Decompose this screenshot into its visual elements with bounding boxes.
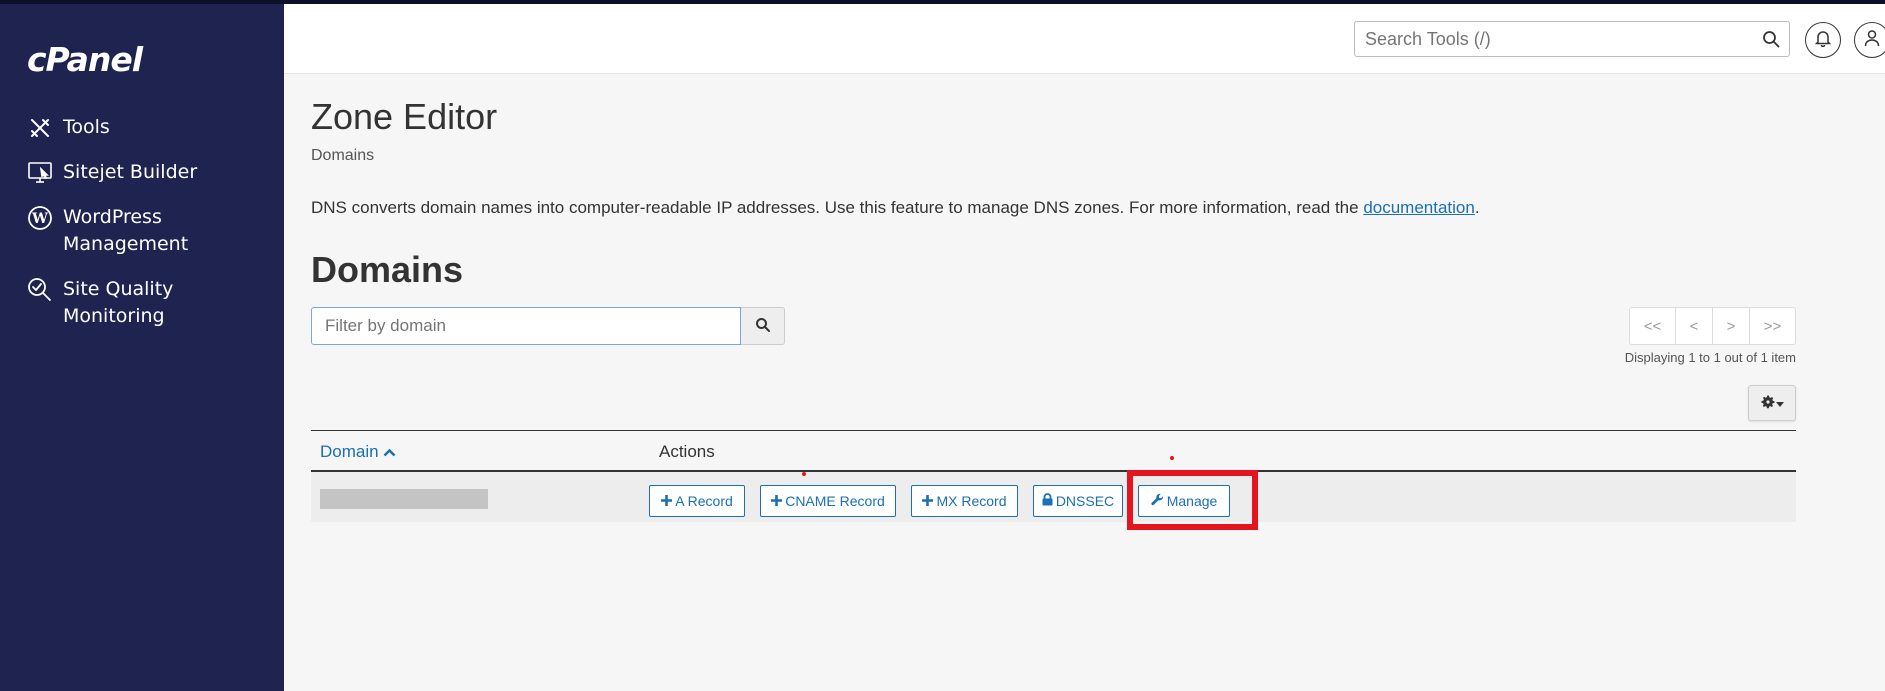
- page-next-button[interactable]: >: [1712, 307, 1750, 345]
- cpanel-logo[interactable]: cPanel: [27, 40, 143, 79]
- sidebar-item-label: Sitejet Builder: [63, 161, 198, 183]
- lock-icon: [1042, 493, 1056, 509]
- table-row: A Record CNAME Record MX Record DNSSEC M…: [311, 472, 1796, 522]
- filter-search-button[interactable]: [741, 307, 785, 345]
- domain-header-label: Domain: [320, 442, 379, 461]
- page-description: DNS converts domain names into computer-…: [311, 198, 1480, 218]
- dnssec-button[interactable]: DNSSEC: [1033, 485, 1123, 517]
- documentation-link[interactable]: documentation: [1363, 198, 1475, 217]
- caret-down-icon: [1776, 396, 1784, 411]
- sidebar-item-wordpress[interactable]: W WordPress Management: [26, 204, 263, 258]
- site-quality-icon: [26, 276, 54, 304]
- filter-group: [311, 307, 785, 345]
- sidebar-item-label: Site Quality Monitoring: [63, 278, 174, 327]
- page-title: Zone Editor: [311, 96, 498, 137]
- gear-icon: [1760, 394, 1776, 413]
- annotation-dot: [1170, 456, 1174, 460]
- domain-column-header[interactable]: Domain: [320, 442, 396, 462]
- bell-icon: [1814, 29, 1832, 51]
- page-prev-button[interactable]: <: [1675, 307, 1713, 345]
- tools-icon: [26, 114, 54, 142]
- cname-record-label: CNAME Record: [785, 493, 885, 509]
- mx-record-label: MX Record: [936, 493, 1007, 509]
- plus-icon: [771, 493, 785, 509]
- svg-text:W: W: [31, 211, 48, 227]
- sidebar-item-label: WordPress Management: [63, 206, 189, 255]
- sidebar-item-site-quality[interactable]: Site Quality Monitoring: [26, 276, 263, 330]
- sidebar-item-tools[interactable]: Tools: [26, 114, 263, 142]
- search-icon[interactable]: [1762, 30, 1780, 52]
- section-title: Domains: [311, 249, 464, 290]
- description-text: DNS converts domain names into computer-…: [311, 198, 1364, 217]
- search-tools-input[interactable]: [1365, 28, 1745, 50]
- sidebar-item-sitejet[interactable]: Sitejet Builder: [26, 159, 263, 187]
- highlight-annotation-box: [1127, 470, 1258, 530]
- settings-dropdown-button[interactable]: [1748, 385, 1796, 421]
- plus-icon: [922, 493, 936, 509]
- page-last-button[interactable]: >>: [1749, 307, 1796, 345]
- notifications-button[interactable]: [1805, 22, 1841, 58]
- user-button[interactable]: [1854, 22, 1885, 58]
- cname-record-button[interactable]: CNAME Record: [760, 485, 896, 517]
- a-record-label: A Record: [675, 493, 733, 509]
- description-suffix: .: [1474, 198, 1480, 217]
- breadcrumb: Domains: [311, 147, 375, 164]
- displaying-count: Displaying 1 to 1 out of 1 item: [1624, 350, 1796, 365]
- monitor-icon: [26, 159, 54, 187]
- sort-ascending-icon: [383, 442, 396, 462]
- search-tools-field[interactable]: [1354, 21, 1790, 57]
- page-first-button[interactable]: <<: [1629, 307, 1676, 345]
- user-icon: [1864, 29, 1880, 51]
- sidebar: cPanel Tools Sitejet Builder W WordPress…: [0, 4, 284, 691]
- wordpress-icon: W: [26, 204, 54, 232]
- pagination: << < > >>: [1629, 307, 1796, 345]
- annotation-dot: [802, 472, 806, 476]
- table-header: Domain Actions: [311, 430, 1796, 472]
- actions-column-header: Actions: [659, 442, 715, 461]
- search-icon: [755, 317, 771, 336]
- plus-icon: [661, 493, 675, 509]
- redacted-domain: [320, 489, 488, 509]
- sidebar-item-label: Tools: [63, 116, 110, 138]
- dnssec-label: DNSSEC: [1055, 493, 1115, 509]
- a-record-button[interactable]: A Record: [649, 485, 745, 517]
- header: [284, 4, 1885, 74]
- filter-domain-input[interactable]: [311, 307, 741, 345]
- mx-record-button[interactable]: MX Record: [911, 485, 1018, 517]
